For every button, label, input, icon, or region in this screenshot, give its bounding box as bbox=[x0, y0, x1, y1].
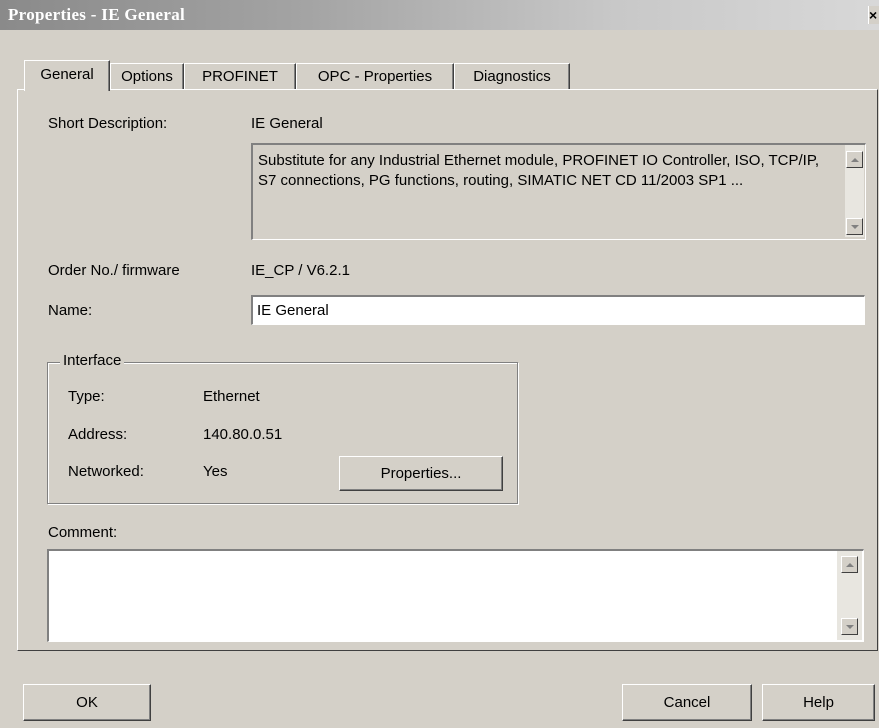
window-title: Properties - IE General bbox=[8, 5, 186, 24]
scroll-up-arrow-icon bbox=[845, 562, 854, 567]
help-button[interactable]: Help bbox=[762, 684, 875, 721]
tab-profinet[interactable]: PROFINET bbox=[184, 63, 296, 89]
title-bar: Properties - IE General × bbox=[0, 0, 879, 30]
name-label: Name: bbox=[48, 302, 93, 319]
interface-address-value: 140.80.0.51 bbox=[203, 426, 283, 443]
interface-type-label: Type: bbox=[68, 388, 105, 405]
tab-label: OPC - Properties bbox=[317, 68, 433, 85]
tab-opc-properties[interactable]: OPC - Properties bbox=[296, 63, 454, 89]
scroll-up-arrow-icon bbox=[850, 157, 859, 162]
scroll-down-arrow-icon bbox=[850, 224, 859, 229]
description-box: Substitute for any Industrial Ethernet m… bbox=[251, 143, 866, 240]
tab-label: PROFINET bbox=[202, 68, 278, 85]
order-number-label: Order No./ firmware bbox=[48, 262, 180, 279]
tab-options[interactable]: Options bbox=[110, 63, 184, 89]
description-text: Substitute for any Industrial Ethernet m… bbox=[258, 152, 820, 189]
interface-properties-button[interactable]: Properties... bbox=[339, 456, 503, 491]
interface-networked-value: Yes bbox=[203, 463, 228, 480]
close-button[interactable]: × bbox=[868, 6, 879, 24]
tab-label: General bbox=[40, 66, 94, 83]
interface-legend: Interface bbox=[60, 352, 125, 369]
tab-general[interactable]: General bbox=[24, 60, 110, 91]
comment-textarea[interactable] bbox=[47, 549, 864, 642]
tab-diagnostics[interactable]: Diagnostics bbox=[454, 63, 570, 89]
ok-button[interactable]: OK bbox=[23, 684, 151, 721]
comment-scroll-up-button[interactable] bbox=[841, 556, 858, 573]
description-scroll-down-button[interactable] bbox=[846, 218, 863, 235]
order-number-value: IE_CP / V6.2.1 bbox=[251, 262, 350, 279]
description-scroll-up-button[interactable] bbox=[846, 151, 863, 168]
interface-networked-label: Networked: bbox=[68, 463, 144, 480]
name-input[interactable] bbox=[251, 295, 865, 325]
short-description-label: Short Description: bbox=[48, 115, 168, 132]
interface-address-label: Address: bbox=[68, 426, 128, 443]
cancel-button[interactable]: Cancel bbox=[622, 684, 752, 721]
tab-label: Options bbox=[121, 68, 173, 85]
close-icon: × bbox=[869, 7, 878, 23]
comment-label: Comment: bbox=[48, 524, 118, 541]
short-description-value: IE General bbox=[251, 115, 323, 132]
interface-type-value: Ethernet bbox=[203, 388, 260, 405]
tab-label: Diagnostics bbox=[473, 68, 551, 85]
scroll-down-arrow-icon bbox=[845, 624, 854, 629]
comment-scroll-down-button[interactable] bbox=[841, 618, 858, 635]
